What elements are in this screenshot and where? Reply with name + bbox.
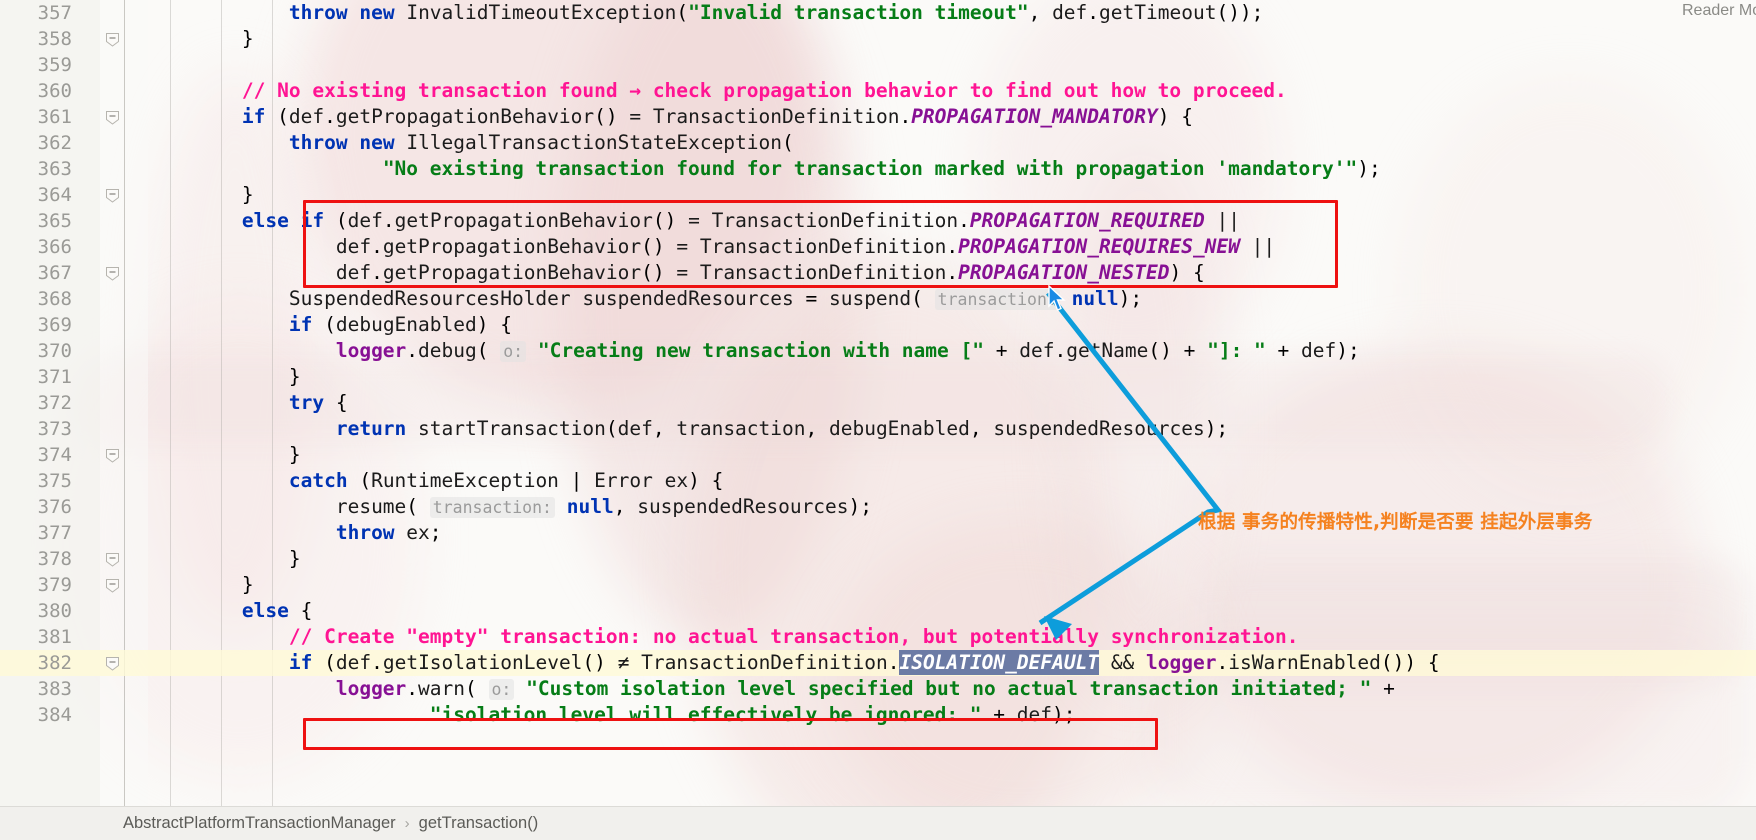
code-line-text: // No existing transaction found → check… (241, 79, 1287, 102)
line-number: 362 (37, 132, 72, 154)
code-line[interactable]: 365 else if (def.getPropagationBehavior(… (0, 208, 1756, 234)
code-line[interactable]: 357 throw new InvalidTimeoutException("I… (0, 0, 1756, 26)
code-line-text: throw new InvalidTimeoutException("Inval… (288, 1, 1264, 24)
fold-collapse-icon[interactable] (105, 188, 120, 203)
line-number: 374 (37, 444, 72, 466)
breadcrumb-item-method[interactable]: getTransaction() (419, 814, 539, 833)
code-line-text: } (148, 547, 301, 570)
fold-collapse-icon[interactable] (105, 110, 120, 125)
code-line[interactable]: 362 throw new IllegalTransactionStateExc… (0, 130, 1756, 156)
fold-collapse-icon[interactable] (105, 552, 120, 567)
fold-collapse-icon[interactable] (105, 448, 120, 463)
line-number: 379 (37, 574, 72, 596)
code-line-text: "No existing transaction found for trans… (382, 157, 1381, 180)
code-editor-pane[interactable]: 357 throw new InvalidTimeoutException("I… (0, 0, 1756, 806)
code-line[interactable]: 372 try { (0, 390, 1756, 416)
line-number: 361 (37, 106, 72, 128)
fold-collapse-icon[interactable] (105, 266, 120, 281)
line-number: 360 (37, 80, 72, 102)
code-line[interactable]: 358 } (0, 26, 1756, 52)
code-line[interactable]: 381 // Create "empty" transaction: no ac… (0, 624, 1756, 650)
code-line-list: 357 throw new InvalidTimeoutException("I… (0, 0, 1756, 728)
breadcrumb-item-class[interactable]: AbstractPlatformTransactionManager (123, 814, 396, 833)
code-line[interactable]: 374 } (0, 442, 1756, 468)
line-number: 366 (37, 236, 72, 258)
code-line-text: SuspendedResourcesHolder suspendedResour… (288, 287, 1143, 310)
code-line-text: throw new IllegalTransactionStateExcepti… (288, 131, 794, 154)
code-line-text: "isolation level will effectively be ign… (429, 703, 1076, 726)
line-number: 376 (37, 496, 72, 518)
code-line[interactable]: 364 } (0, 182, 1756, 208)
line-number: 363 (37, 158, 72, 180)
code-line-text: } (148, 365, 301, 388)
code-line[interactable]: 363 "No existing transaction found for t… (0, 156, 1756, 182)
line-number: 368 (37, 288, 72, 310)
code-line-text: try { (288, 391, 348, 414)
code-line-text: def.getPropagationBehavior() = Transacti… (335, 235, 1276, 258)
code-line-text: else { (241, 599, 313, 622)
line-number: 359 (37, 54, 72, 76)
line-number: 375 (37, 470, 72, 492)
line-number: 380 (37, 600, 72, 622)
code-line-text: if (def.getPropagationBehavior() = Trans… (241, 105, 1193, 128)
line-number: 365 (37, 210, 72, 232)
code-line[interactable]: 360 // No existing transaction found → c… (0, 78, 1756, 104)
code-line-text: throw ex; (335, 521, 442, 544)
fold-collapse-icon[interactable] (105, 32, 120, 47)
line-number: 383 (37, 678, 72, 700)
line-number: 371 (37, 366, 72, 388)
code-line-text: def.getPropagationBehavior() = Transacti… (335, 261, 1205, 284)
line-number: 364 (37, 184, 72, 206)
code-line-text: resume( transaction: null, suspendedReso… (335, 495, 873, 518)
reader-mode-label[interactable]: Reader Mode (1682, 2, 1756, 20)
line-number: 377 (37, 522, 72, 544)
code-line-text: } (148, 443, 301, 466)
line-number: 357 (37, 2, 72, 24)
line-number: 358 (37, 28, 72, 50)
idea-editor-window: 357 throw new InvalidTimeoutException("I… (0, 0, 1756, 840)
code-line[interactable]: 373 return startTransaction(def, transac… (0, 416, 1756, 442)
code-line-text: } (148, 573, 254, 596)
code-line-text: catch (RuntimeException | Error ex) { (288, 469, 724, 492)
code-line[interactable]: 371 } (0, 364, 1756, 390)
code-line[interactable]: 368 SuspendedResourcesHolder suspendedRe… (0, 286, 1756, 312)
code-line[interactable]: 378 } (0, 546, 1756, 572)
code-line-text: if (def.getIsolationLevel() ≠ Transactio… (288, 650, 1440, 675)
code-line-text: else if (def.getPropagationBehavior() = … (241, 209, 1240, 232)
line-number: 384 (37, 704, 72, 726)
code-line[interactable]: 383 logger.warn( o: "Custom isolation le… (0, 676, 1756, 702)
line-number: 378 (37, 548, 72, 570)
code-line-text: return startTransaction(def, transaction… (335, 417, 1229, 440)
code-line[interactable]: 370 logger.debug( o: "Creating new trans… (0, 338, 1756, 364)
code-line-text: // Create "empty" transaction: no actual… (288, 625, 1299, 648)
breadcrumb[interactable]: AbstractPlatformTransactionManager › get… (0, 806, 1756, 840)
code-line[interactable]: 384 "isolation level will effectively be… (0, 702, 1756, 728)
line-number: 382 (37, 652, 72, 674)
code-line[interactable]: 359 (0, 52, 1756, 78)
code-line-text: logger.debug( o: "Creating new transacti… (335, 339, 1360, 362)
code-line-text: } (148, 27, 254, 50)
code-line[interactable]: 366 def.getPropagationBehavior() = Trans… (0, 234, 1756, 260)
code-line-text: logger.warn( o: "Custom isolation level … (335, 677, 1395, 700)
code-line[interactable]: 369 if (debugEnabled) { (0, 312, 1756, 338)
line-number: 370 (37, 340, 72, 362)
code-line[interactable]: 379 } (0, 572, 1756, 598)
breadcrumb-separator-icon: › (404, 815, 410, 832)
fold-collapse-icon[interactable] (105, 656, 120, 671)
line-number: 373 (37, 418, 72, 440)
chinese-annotation-text: 根据 事务的传播特性,判断是否要 挂起外层事务 (1198, 512, 1593, 533)
fold-collapse-icon[interactable] (105, 578, 120, 593)
code-line[interactable]: 380 else { (0, 598, 1756, 624)
code-line[interactable]: 382 if (def.getIsolationLevel() ≠ Transa… (0, 650, 1756, 676)
code-line-text: } (148, 183, 254, 206)
code-line[interactable]: 367 def.getPropagationBehavior() = Trans… (0, 260, 1756, 286)
line-number: 369 (37, 314, 72, 336)
line-number: 381 (37, 626, 72, 648)
code-line[interactable]: 375 catch (RuntimeException | Error ex) … (0, 468, 1756, 494)
line-number: 372 (37, 392, 72, 414)
code-line[interactable]: 361 if (def.getPropagationBehavior() = T… (0, 104, 1756, 130)
code-line-text: if (debugEnabled) { (288, 313, 512, 336)
line-number: 367 (37, 262, 72, 284)
